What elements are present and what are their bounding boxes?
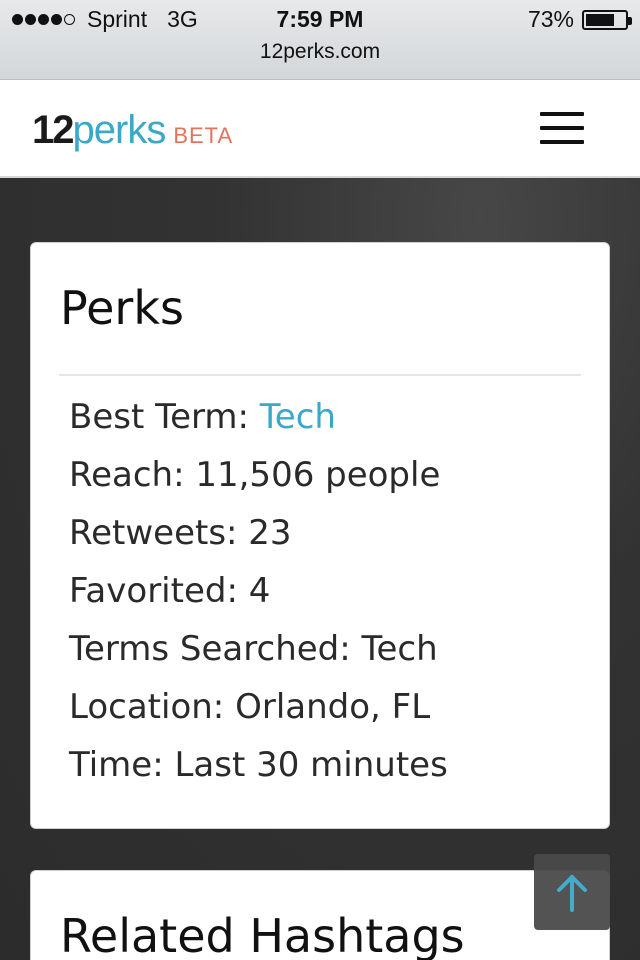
- perk-item: Location: Orlando, FL: [69, 683, 448, 741]
- perk-value: 11,506 people: [195, 455, 441, 495]
- divider: [59, 374, 581, 376]
- perk-value: 23: [248, 513, 292, 553]
- logo-word: perks: [72, 108, 167, 152]
- battery-percent: 73%: [527, 6, 574, 32]
- related-hashtags-card: Related Hashtags: [30, 870, 610, 960]
- perk-label: Best Term:: [69, 397, 260, 437]
- perk-item: Terms Searched: Tech: [69, 625, 448, 683]
- perk-value-link[interactable]: Tech: [260, 397, 336, 437]
- perk-label: Time:: [69, 745, 175, 785]
- perk-item: Retweets: 23: [69, 509, 448, 567]
- perk-item: Favorited: 4: [69, 567, 448, 625]
- related-hashtags-title: Related Hashtags: [60, 909, 465, 960]
- arrow-up-icon: [557, 875, 587, 912]
- perk-item: Reach: 11,506 people: [69, 451, 448, 509]
- battery-icon: [582, 9, 632, 30]
- browser-url[interactable]: 12perks.com: [0, 40, 640, 64]
- perk-label: Reach:: [69, 455, 196, 495]
- perk-label: Terms Searched:: [69, 629, 362, 669]
- perk-value: Tech: [361, 629, 438, 669]
- logo-number: 12: [32, 108, 74, 152]
- perks-card: Perks Best Term: Tech Reach: 11,506 peopl…: [30, 242, 610, 829]
- beta-badge: BETA: [173, 123, 234, 148]
- battery-status: 73%: [527, 6, 632, 33]
- scroll-to-top-button[interactable]: [534, 854, 610, 930]
- hamburger-menu-icon[interactable]: [540, 110, 588, 146]
- perk-value: Orlando, FL: [235, 687, 431, 727]
- perk-list: Best Term: Tech Reach: 11,506 people Retwe…: [69, 393, 448, 799]
- perk-label: Retweets:: [69, 513, 249, 553]
- perk-value: 4: [248, 571, 271, 611]
- card-title: Perks: [60, 281, 184, 335]
- ios-status-bar: Sprint 3G 7:59 PM 73% 12perks.com: [0, 0, 640, 80]
- site-header: 12 perks BETA: [0, 80, 640, 178]
- perk-label: Location:: [69, 687, 236, 727]
- perk-item: Best Term: Tech: [69, 393, 448, 451]
- site-logo[interactable]: 12 perks BETA: [32, 108, 233, 153]
- perk-label: Favorited:: [69, 571, 249, 611]
- perk-item: Time: Last 30 minutes: [69, 741, 448, 799]
- main-content: Perks Best Term: Tech Reach: 11,506 peopl…: [0, 178, 640, 960]
- perk-value: Last 30 minutes: [174, 745, 448, 785]
